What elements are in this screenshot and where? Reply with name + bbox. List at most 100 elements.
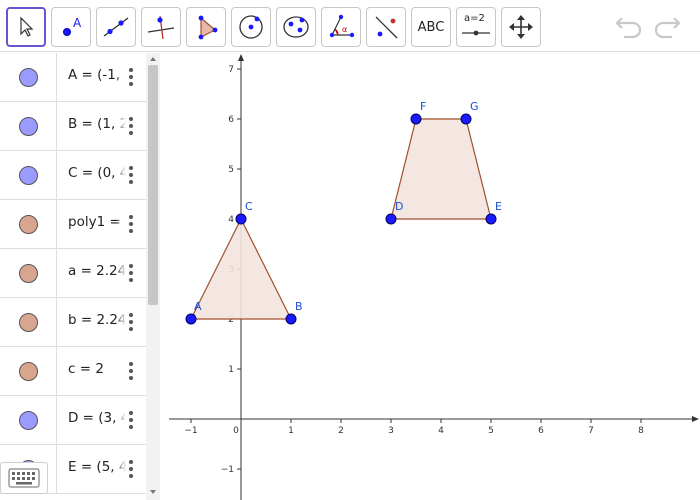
visibility-toggle[interactable] — [0, 396, 57, 444]
x-tick-label: 8 — [638, 426, 644, 436]
point-A[interactable] — [185, 313, 197, 325]
circle-tool-button[interactable] — [231, 7, 271, 47]
svg-text:A: A — [73, 16, 82, 30]
point-label-F: F — [420, 100, 426, 113]
algebra-row[interactable]: c = 2 — [0, 347, 146, 396]
more-options-icon[interactable] — [128, 361, 134, 381]
algebra-row-text[interactable]: b = 2.24 — [68, 312, 126, 332]
x-tick-label: 7 — [588, 426, 594, 436]
algebra-row[interactable]: poly1 = 2 — [0, 200, 146, 249]
y-axis-arrow — [238, 54, 244, 61]
marble-icon — [18, 263, 38, 283]
point-B[interactable] — [285, 313, 297, 325]
reflect-tool-button[interactable] — [366, 7, 406, 47]
scroll-up-icon[interactable] — [149, 55, 157, 63]
y-tick-label: 6 — [228, 115, 234, 125]
redo-button[interactable] — [652, 12, 682, 44]
point-label-C: C — [245, 200, 253, 213]
visibility-toggle[interactable] — [0, 200, 57, 248]
visibility-toggle[interactable] — [0, 249, 57, 297]
point-E[interactable] — [485, 213, 497, 225]
move-graphics-tool-button[interactable] — [501, 7, 541, 47]
circle-center-point-icon — [239, 15, 263, 39]
algebra-row[interactable]: D = (3, 4) — [0, 396, 146, 445]
move-tool-button[interactable] — [6, 7, 46, 47]
angle-icon: α — [329, 14, 355, 38]
scroll-thumb[interactable] — [148, 65, 158, 305]
point-D[interactable] — [385, 213, 397, 225]
perpendicular-icon — [147, 15, 175, 40]
algebra-row-text[interactable]: C = (0, 4) — [68, 165, 126, 185]
x-tick-label: 2 — [338, 426, 344, 436]
point-label-G: G — [470, 100, 479, 113]
algebra-row-text[interactable]: D = (3, 4) — [68, 410, 126, 430]
algebra-row[interactable]: a = 2.24 — [0, 249, 146, 298]
line-icon — [103, 17, 129, 37]
algebra-row[interactable]: C = (0, 4) — [0, 151, 146, 200]
conic-tool-button[interactable] — [276, 7, 316, 47]
marble-icon — [18, 214, 38, 234]
visibility-toggle[interactable] — [0, 102, 57, 150]
slider-tool-button[interactable]: a=2 — [456, 7, 496, 47]
algebra-row[interactable]: b = 2.24 — [0, 298, 146, 347]
polygon-2[interactable] — [390, 118, 492, 220]
point-label-B: B — [295, 300, 303, 313]
algebra-row[interactable]: A = (-1, 2) — [0, 53, 146, 102]
toolbar: A α ABC a=2 — [0, 0, 700, 52]
polygon-1[interactable] — [190, 217, 292, 320]
text-tool-button[interactable]: ABC — [411, 7, 451, 47]
point-C[interactable] — [235, 213, 247, 225]
x-tick-label: 6 — [538, 426, 544, 436]
undo-icon — [615, 17, 642, 39]
x-tick-label: 1 — [288, 426, 294, 436]
algebra-row-text[interactable]: poly1 = 2 — [68, 214, 126, 234]
marble-icon — [18, 410, 38, 430]
more-options-icon[interactable] — [128, 410, 134, 430]
marble-icon — [18, 165, 38, 185]
visibility-toggle[interactable] — [0, 298, 57, 346]
more-options-icon[interactable] — [128, 116, 134, 136]
angle-tool-button[interactable]: α — [321, 7, 361, 47]
reflect-icon — [375, 16, 398, 39]
algebra-row-text[interactable]: A = (-1, 2) — [68, 67, 126, 87]
y-tick-label: 4 — [228, 215, 234, 225]
algebra-row[interactable]: B = (1, 2) — [0, 102, 146, 151]
algebra-scrollbar[interactable] — [146, 53, 160, 500]
algebra-row-text[interactable]: B = (1, 2) — [68, 116, 126, 136]
slider-tool-label: a=2 — [464, 13, 485, 24]
marble-icon — [18, 312, 38, 332]
more-options-icon[interactable] — [128, 263, 134, 283]
polygon-tool-button[interactable] — [186, 7, 226, 47]
line-tool-button[interactable] — [96, 7, 136, 47]
more-options-icon[interactable] — [128, 459, 134, 479]
svg-text:α: α — [342, 25, 347, 34]
point-tool-button[interactable]: A — [51, 7, 91, 47]
point-G[interactable] — [460, 113, 472, 125]
text-icon: ABC — [417, 19, 445, 35]
visibility-toggle[interactable] — [0, 53, 57, 101]
more-options-icon[interactable] — [128, 312, 134, 332]
marble-icon — [18, 116, 38, 136]
algebra-row-text[interactable]: a = 2.24 — [68, 263, 126, 283]
more-options-icon[interactable] — [128, 214, 134, 234]
undo-button[interactable] — [614, 12, 644, 44]
graphics-view[interactable]: −10123456787654321−1 ABCDEFG — [161, 53, 700, 500]
point-F[interactable] — [410, 113, 422, 125]
x-tick-label: −1 — [184, 426, 197, 436]
virtual-keyboard-button[interactable] — [0, 462, 48, 494]
perpendicular-line-tool-button[interactable] — [141, 7, 181, 47]
visibility-toggle[interactable] — [0, 151, 57, 199]
coordinate-plane[interactable]: −10123456787654321−1 ABCDEFG — [161, 53, 700, 500]
marble-icon — [18, 361, 38, 381]
visibility-toggle[interactable] — [0, 347, 57, 395]
y-tick-label: −1 — [221, 465, 234, 475]
point-label-A: A — [194, 300, 202, 313]
algebra-row-text[interactable]: c = 2 — [68, 361, 126, 381]
redo-icon — [654, 17, 681, 39]
algebra-row-text[interactable]: E = (5, 4) — [68, 459, 126, 479]
algebra-view: A = (-1, 2) B = (1, 2) C = (0, 4) poly1 … — [0, 53, 160, 500]
more-options-icon[interactable] — [128, 67, 134, 87]
x-tick-label: 5 — [488, 426, 494, 436]
more-options-icon[interactable] — [128, 165, 134, 185]
scroll-down-icon[interactable] — [149, 488, 157, 496]
